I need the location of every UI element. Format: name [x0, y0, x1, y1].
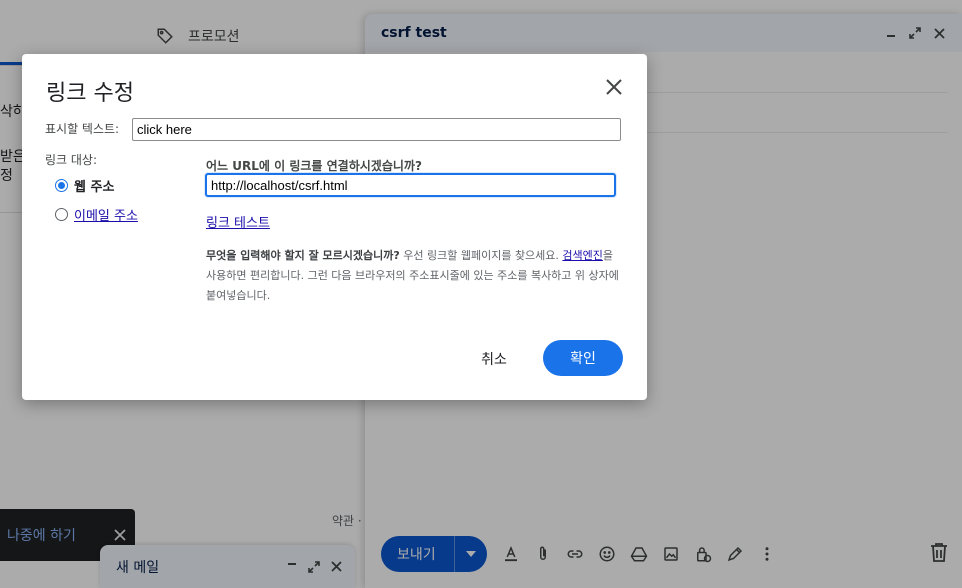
- cancel-button[interactable]: 취소: [467, 342, 521, 376]
- help-bold: 무엇을 입력해야 할지 잘 모르시겠습니까?: [206, 249, 400, 262]
- radio-web-address[interactable]: 웹 주소: [55, 176, 114, 195]
- radio-button-unselected[interactable]: [55, 208, 68, 221]
- radio-label-web-address[interactable]: 웹 주소: [74, 176, 114, 195]
- url-input[interactable]: [205, 173, 616, 197]
- radio-button-selected[interactable]: [55, 179, 68, 192]
- help-text: 무엇을 입력해야 할지 잘 모르시겠습니까? 우선 링크할 웹페이지를 찾으세요…: [206, 246, 620, 306]
- help-before-link: 우선 링크할 웹페이지를 찾으세요.: [403, 249, 559, 262]
- search-engine-link[interactable]: 검색엔진: [562, 249, 602, 262]
- radio-label-email-address[interactable]: 이메일 주소: [74, 205, 138, 224]
- display-text-label: 표시할 텍스트:: [45, 122, 120, 136]
- ok-button[interactable]: 확인: [543, 340, 623, 376]
- test-link[interactable]: 링크 테스트: [206, 212, 270, 231]
- edit-link-dialog: 링크 수정 표시할 텍스트: 링크 대상: 웹 주소 이메일 주소 어느 URL…: [22, 54, 647, 400]
- dialog-title: 링크 수정: [46, 81, 134, 106]
- radio-email-address[interactable]: 이메일 주소: [55, 205, 138, 224]
- link-target-label: 링크 대상:: [45, 153, 98, 167]
- close-icon[interactable]: [605, 78, 623, 96]
- display-text-input[interactable]: [132, 118, 621, 141]
- url-question: 어느 URL에 이 링크를 연결하시겠습니까?: [206, 159, 422, 173]
